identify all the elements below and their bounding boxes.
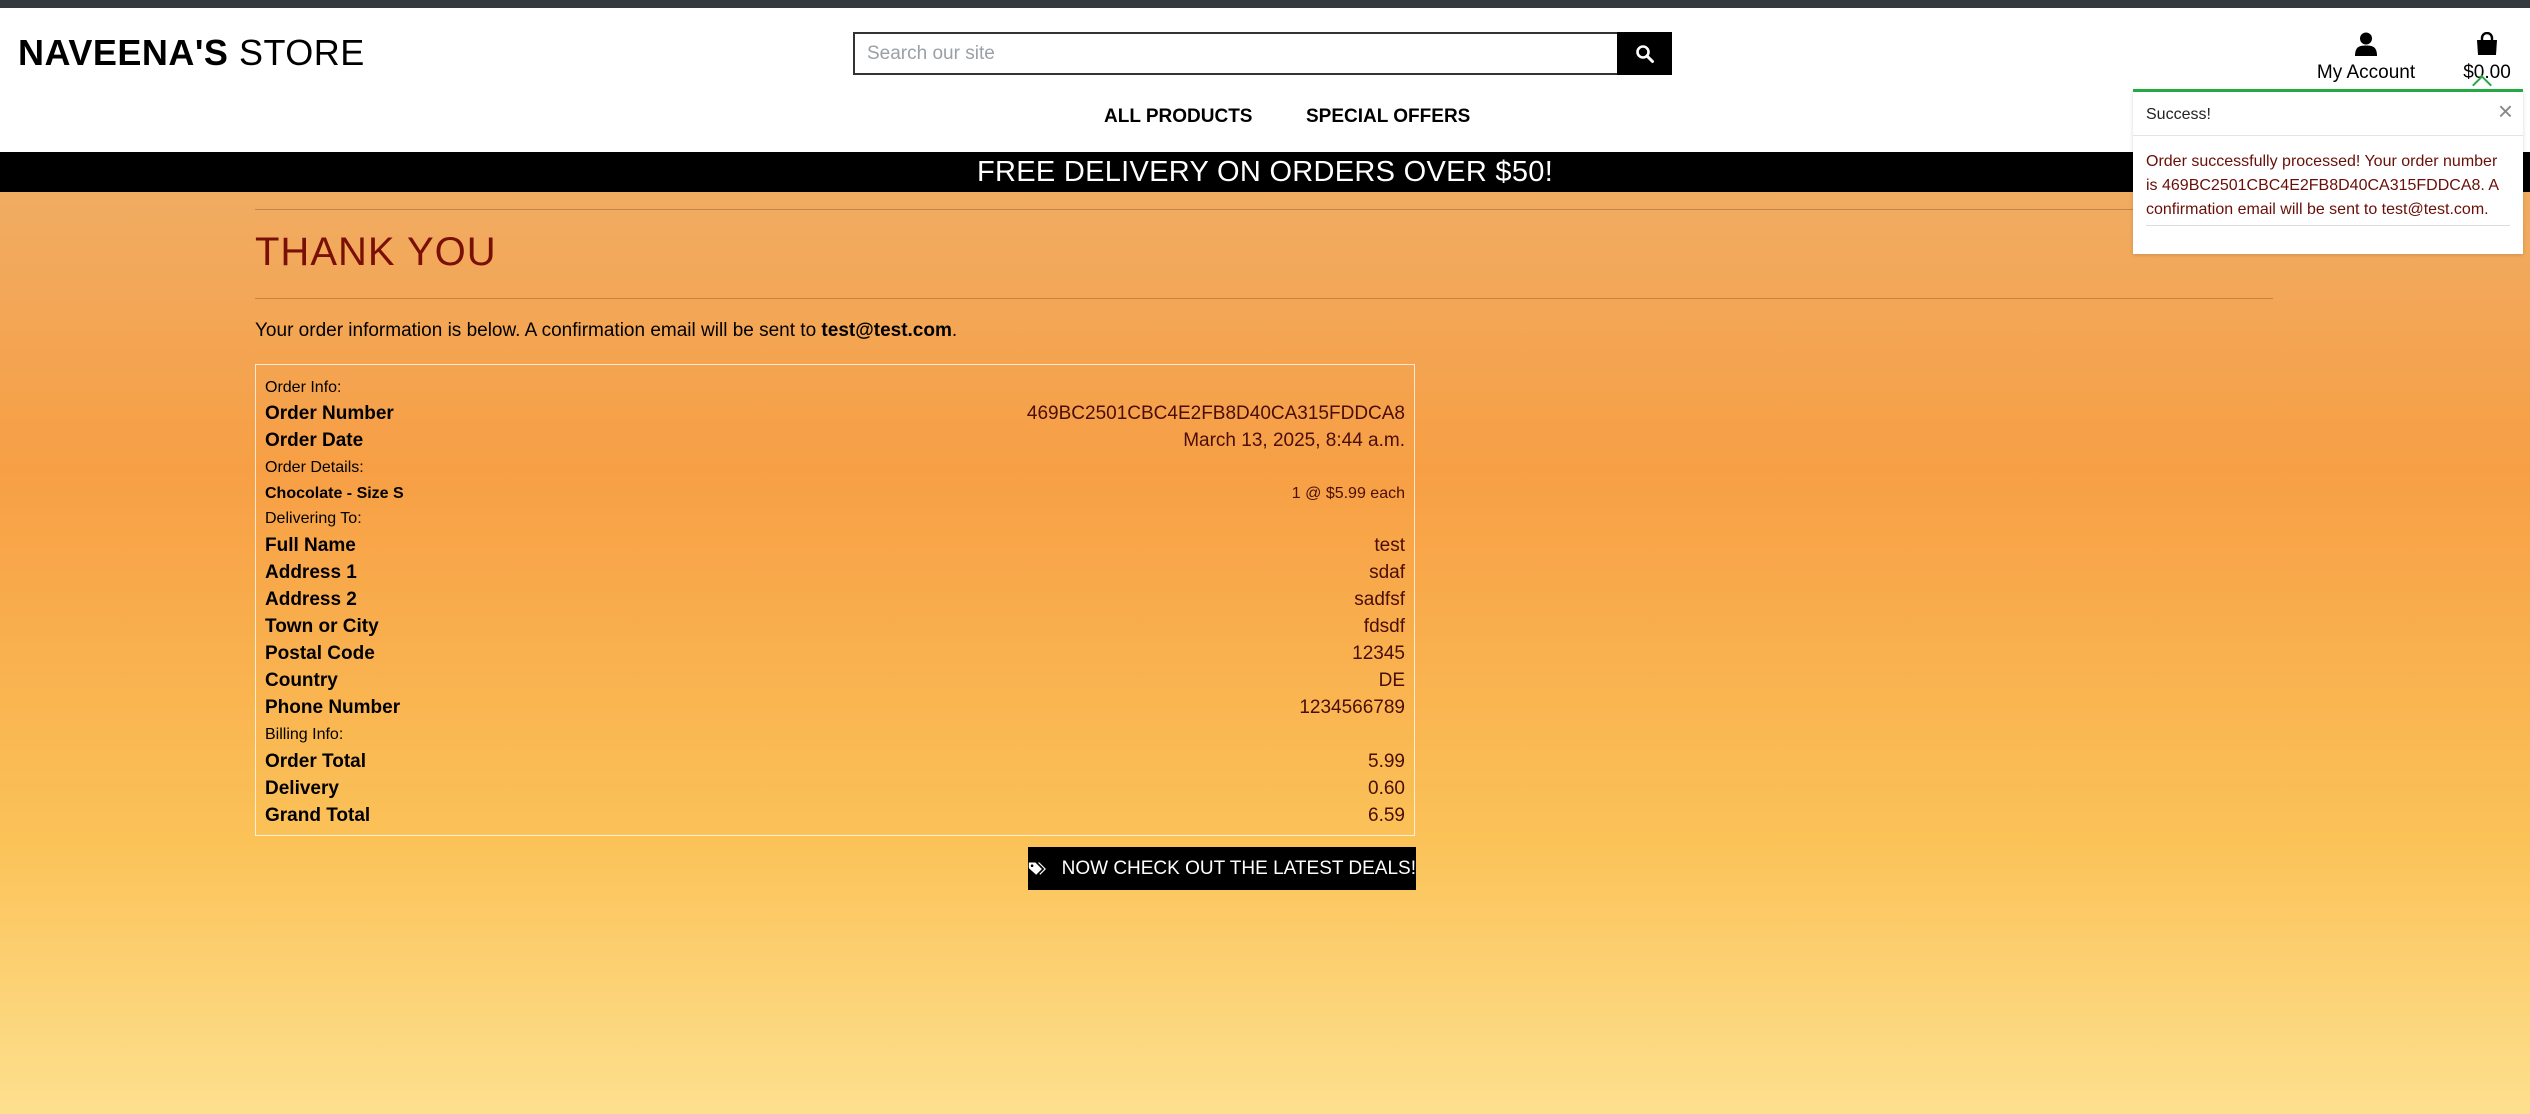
toast-title: Success! bbox=[2146, 106, 2211, 123]
intro-suffix: . bbox=[951, 320, 958, 341]
address2-value: sadfsf bbox=[1354, 589, 1405, 610]
order-total-value: 5.99 bbox=[1368, 751, 1405, 772]
toast-divider bbox=[2146, 225, 2510, 226]
grand-total-row: Grand Total 6.59 bbox=[265, 805, 1405, 832]
divider bbox=[255, 209, 2273, 210]
postal-code-value: 12345 bbox=[1352, 643, 1405, 664]
shopping-bag-link[interactable]: $0.00 bbox=[2452, 26, 2522, 84]
delivery-value: 0.60 bbox=[1368, 778, 1405, 799]
user-icon bbox=[2355, 32, 2377, 56]
order-date-value: March 13, 2025, 8:44 a.m. bbox=[1183, 430, 1405, 451]
intro-text: Your order information is below. A confi… bbox=[255, 320, 957, 342]
search-input[interactable] bbox=[853, 32, 1618, 75]
latest-deals-label: NOW CHECK OUT THE LATEST DEALS! bbox=[1061, 857, 1416, 879]
delivery-row: Delivery 0.60 bbox=[265, 778, 1405, 805]
full-name-row: Full Name test bbox=[265, 535, 1405, 562]
town-label: Town or City bbox=[265, 616, 379, 637]
order-total-label: Order Total bbox=[265, 751, 366, 772]
grand-total-label: Grand Total bbox=[265, 805, 371, 826]
address2-label: Address 2 bbox=[265, 589, 357, 610]
address1-label: Address 1 bbox=[265, 562, 357, 583]
page-title: THANK YOU bbox=[255, 230, 497, 274]
store-name-rest: STORE bbox=[238, 32, 365, 73]
full-name-label: Full Name bbox=[265, 535, 356, 556]
address1-value: sdaf bbox=[1369, 562, 1405, 583]
order-total-row: Order Total 5.99 bbox=[265, 751, 1405, 778]
phone-label: Phone Number bbox=[265, 697, 401, 718]
billing-heading: Billing Info: bbox=[265, 726, 344, 743]
order-number-row: Order Number 469BC2501CBC4E2FB8D40CA315F… bbox=[265, 403, 1405, 430]
country-label: Country bbox=[265, 670, 338, 691]
store-logo[interactable]: NAVEENA'S STORE bbox=[18, 32, 365, 74]
success-toast: Success! × Order successfully processed!… bbox=[2133, 89, 2523, 254]
nav-all-products[interactable]: ALL PRODUCTS bbox=[1104, 106, 1252, 128]
latest-deals-button[interactable]: NOW CHECK OUT THE LATEST DEALS! bbox=[1028, 847, 1416, 890]
order-number-value: 469BC2501CBC4E2FB8D40CA315FDDCA8 bbox=[1026, 403, 1405, 424]
top-bar bbox=[0, 0, 2530, 8]
postal-code-label: Postal Code bbox=[265, 643, 375, 664]
item-name: Chocolate - Size S bbox=[265, 485, 404, 502]
order-summary: Order Info: Order Number 469BC2501CBC4E2… bbox=[255, 364, 1415, 836]
shopping-bag-icon bbox=[2477, 32, 2497, 55]
order-number-label: Order Number bbox=[265, 403, 394, 424]
order-details-heading: Order Details: bbox=[265, 459, 364, 476]
toast-message: Order successfully processed! Your order… bbox=[2146, 153, 2499, 218]
toast-divider bbox=[2133, 135, 2523, 136]
order-date-row: Order Date March 13, 2025, 8:44 a.m. bbox=[265, 430, 1405, 457]
town-value: fdsdf bbox=[1363, 616, 1405, 637]
item-quantity: 1 @ $5.99 each bbox=[1291, 485, 1405, 502]
full-name-value: test bbox=[1374, 535, 1405, 556]
order-item-row: Chocolate - Size S 1 @ $5.99 each bbox=[265, 485, 1405, 512]
tags-icon bbox=[1028, 861, 1046, 875]
order-date-label: Order Date bbox=[265, 430, 364, 451]
town-row: Town or City fdsdf bbox=[265, 616, 1405, 643]
store-name-bold: NAVEENA'S bbox=[18, 32, 229, 73]
delivering-heading: Delivering To: bbox=[265, 510, 362, 527]
divider bbox=[255, 298, 2273, 299]
grand-total-value: 6.59 bbox=[1368, 805, 1405, 826]
address1-row: Address 1 sdaf bbox=[265, 562, 1405, 589]
search-form bbox=[853, 32, 1672, 75]
phone-row: Phone Number 1234566789 bbox=[265, 697, 1405, 724]
intro-email: test@test.com bbox=[821, 320, 952, 341]
postal-code-row: Postal Code 12345 bbox=[265, 643, 1405, 670]
intro-prefix: Your order information is below. A confi… bbox=[255, 320, 822, 341]
address2-row: Address 2 sadfsf bbox=[265, 589, 1405, 616]
phone-value: 1234566789 bbox=[1299, 697, 1405, 718]
close-icon[interactable]: × bbox=[2498, 98, 2513, 124]
my-account-link[interactable]: My Account bbox=[2310, 26, 2422, 84]
my-account-label: My Account bbox=[2316, 62, 2416, 83]
nav-special-offers[interactable]: SPECIAL OFFERS bbox=[1306, 106, 1470, 128]
search-icon bbox=[1635, 44, 1654, 63]
country-value: DE bbox=[1378, 670, 1405, 691]
country-row: Country DE bbox=[265, 670, 1405, 697]
order-info-heading: Order Info: bbox=[265, 379, 342, 396]
delivery-label: Delivery bbox=[265, 778, 339, 799]
search-button[interactable] bbox=[1617, 32, 1672, 75]
